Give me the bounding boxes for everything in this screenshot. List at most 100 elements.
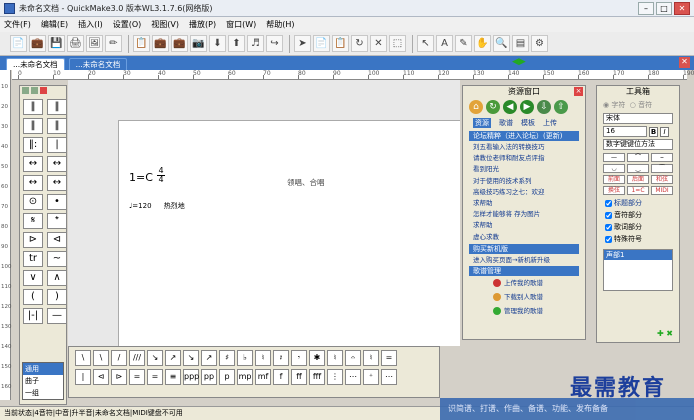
notation-button[interactable]: / (111, 350, 127, 366)
toolbox-button[interactable]: ⌣ (651, 153, 673, 162)
toolbox-button[interactable]: ◡ (603, 164, 625, 173)
toolbar-button[interactable]: 📋 (133, 35, 150, 52)
symbol-button[interactable]: 𝄌 (47, 213, 67, 229)
menu-edit[interactable]: 编辑(E) (41, 19, 68, 30)
tempo-mark[interactable]: ♩=120 热烈地 (129, 201, 185, 211)
notation-button[interactable]: | (75, 369, 91, 385)
key-signature[interactable]: 1=C (129, 171, 153, 184)
toolbar-button[interactable]: ✋ (474, 35, 491, 52)
check-row[interactable]: 特殊符号 (597, 233, 679, 245)
notation-button[interactable]: ♮ (255, 350, 271, 366)
tab-document-2[interactable]: ...未命名文档 (68, 58, 128, 70)
toolbar-button[interactable]: 💼 (171, 35, 188, 52)
notation-button[interactable]: ↗ (165, 350, 181, 366)
checkbox[interactable] (605, 235, 612, 243)
checkbox[interactable] (605, 199, 612, 207)
symbol-button[interactable]: |-| (23, 308, 43, 324)
symbol-button[interactable]: ~ (47, 251, 67, 267)
toolbox-button[interactable]: 后面 (627, 175, 649, 184)
buy-link[interactable]: 进入购买页面→新机新升级 (473, 255, 579, 265)
list-item[interactable]: 通用 (23, 363, 63, 375)
toolbar-button[interactable]: ✎ (455, 35, 472, 52)
list-item[interactable]: 声部1 (604, 250, 672, 260)
home-icon[interactable]: ⌂ (469, 100, 483, 114)
toolbar-button[interactable]: ▤ (512, 35, 529, 52)
symbol-button[interactable]: ↔ (23, 156, 43, 172)
toolbox-button[interactable]: — (603, 153, 625, 162)
tab-resource[interactable]: 资源 (473, 118, 491, 128)
toolbar-button[interactable]: ↪ (266, 35, 283, 52)
notation-button[interactable]: ⁺ (363, 369, 379, 385)
toolbar-button[interactable]: ✕ (370, 35, 387, 52)
symbol-button[interactable]: ↔ (23, 175, 43, 191)
upload-icon[interactable]: ⇧ (554, 100, 568, 114)
check-row[interactable]: 标题部分 (597, 197, 679, 209)
radio-char[interactable]: ◉ 字符 (603, 101, 625, 109)
symbol-button[interactable]: ( (23, 289, 43, 305)
forum-link[interactable]: 虚心求教 (473, 232, 579, 243)
notation-button[interactable]: 𝄾 (291, 350, 307, 366)
folder-icon[interactable] (31, 87, 38, 94)
forum-link[interactable]: 求帮助 (473, 220, 579, 231)
toolbar-button[interactable]: 💼 (152, 35, 169, 52)
notation-button[interactable]: ff (291, 369, 307, 385)
notation-button[interactable]: ⋯ (381, 369, 397, 385)
symbol-button[interactable]: • (47, 194, 67, 210)
font-select[interactable]: 宋体 (603, 113, 673, 124)
symbol-button[interactable]: ‖ (47, 99, 67, 115)
symbol-button[interactable]: ⊙ (23, 194, 43, 210)
toolbar-button[interactable]: 📷 (190, 35, 207, 52)
time-signature[interactable]: 4 4 (157, 167, 165, 184)
symbol-button[interactable]: ‖ (23, 118, 43, 134)
checkbox[interactable] (605, 223, 612, 231)
nav-arrows-icon[interactable]: ◀▶ (512, 57, 526, 67)
score-subtitle[interactable]: 领唱、合唱 (287, 177, 325, 188)
notation-button[interactable]: ✱ (309, 350, 325, 366)
notation-button[interactable]: 𝄽 (273, 350, 289, 366)
toolbox-button[interactable]: 和弦 (651, 175, 673, 184)
close-tab-button[interactable]: ✕ (679, 57, 690, 68)
forum-link[interactable]: 怎样才能够将 存为图片 (473, 209, 579, 220)
notation-button[interactable]: = (129, 369, 145, 385)
buy-bar[interactable]: 购买新机版 (469, 243, 579, 254)
forum-link[interactable]: 高级技巧练习之七：欢迎 (473, 187, 579, 198)
symbol-button[interactable]: — (47, 308, 67, 324)
checkbox[interactable] (605, 211, 612, 219)
size-select[interactable]: 16 (603, 126, 647, 137)
notation-button[interactable]: f (273, 369, 289, 385)
forum-link[interactable]: 请教位老师和耐友点评指 (473, 153, 579, 164)
symbol-button[interactable]: ⊲ (47, 232, 67, 248)
symbol-button[interactable]: ‖ (47, 118, 67, 134)
voice-add-remove[interactable]: ✚ ✖ (657, 329, 673, 338)
list-item[interactable]: 一组 (23, 387, 63, 399)
toolbar-button[interactable]: ✏ (105, 35, 122, 52)
palette-icon[interactable] (22, 87, 29, 94)
score-canvas[interactable]: 1=C 4 4 ♩=120 热烈地 领唱、合唱 (68, 80, 460, 346)
download-score-link[interactable]: 下载别人歌谱 (493, 291, 579, 304)
toolbox-button[interactable]: MIDI (651, 186, 673, 195)
minimize-button[interactable]: – (638, 2, 654, 15)
menu-window[interactable]: 窗口(W) (226, 19, 256, 30)
check-row[interactable]: 音符部分 (597, 209, 679, 221)
toolbox-button[interactable]: ⁀ (651, 164, 673, 173)
notation-button[interactable]: ↘ (183, 350, 199, 366)
toolbox-button[interactable]: 换弦 (603, 186, 625, 195)
palette-close-icon[interactable] (40, 87, 47, 94)
toolbar-button[interactable]: 📋 (332, 35, 349, 52)
toolbar-button[interactable]: ⬚ (389, 35, 406, 52)
toolbar-button[interactable]: 📄 (10, 35, 27, 52)
symbol-button[interactable]: ) (47, 289, 67, 305)
maximize-button[interactable]: □ (656, 2, 672, 15)
toolbar-button[interactable]: 📄 (313, 35, 330, 52)
forum-link[interactable]: 刘五看输入法的转换技巧 (473, 142, 579, 153)
toolbar-button[interactable]: ♬ (247, 35, 264, 52)
notation-button[interactable]: ppp (183, 369, 199, 385)
toolbar-button[interactable]: A (436, 35, 453, 52)
menu-help[interactable]: 帮助(H) (266, 19, 294, 30)
symbol-button[interactable]: ‖: (23, 137, 43, 153)
tab-upload[interactable]: 上传 (543, 118, 557, 128)
symbol-button[interactable]: ↔ (47, 175, 67, 191)
notation-button[interactable]: \ (93, 350, 109, 366)
toolbar-button[interactable]: ⬇ (209, 35, 226, 52)
toolbox-button[interactable]: ⌒ (627, 153, 649, 162)
